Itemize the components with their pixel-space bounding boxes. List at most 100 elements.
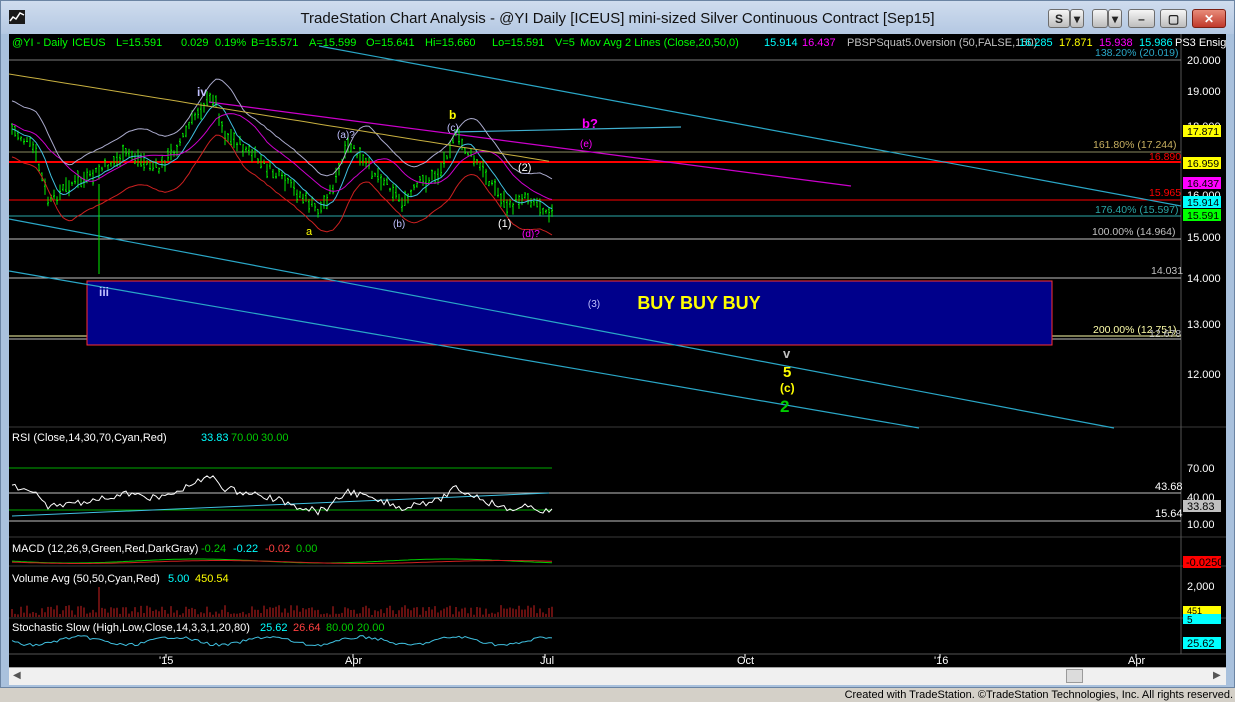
maximize-button[interactable]: ▢ bbox=[1160, 9, 1187, 28]
scrollbar-thumb[interactable] bbox=[1066, 669, 1083, 683]
chart-canvas[interactable]: @YI - Daily ICEUS L=15.591 0.029 0.19% B… bbox=[8, 34, 1232, 667]
fib-label-100: 100.00% (14.964) bbox=[1092, 226, 1175, 238]
wave-label-v: v bbox=[783, 346, 791, 361]
last-price-label: L=15.591 bbox=[116, 37, 162, 49]
price-tick-14: 14.000 bbox=[1187, 273, 1221, 285]
wave-label-5: 5 bbox=[783, 364, 791, 381]
rsi-label: RSI (Close,14,30,70,Cyan,Red) bbox=[12, 432, 167, 444]
exchange-label: ICEUS bbox=[72, 37, 106, 49]
chart-window: TradeStation Chart Analysis - @YI Daily … bbox=[0, 0, 1235, 688]
buy-zone-box[interactable] bbox=[86, 280, 1053, 346]
macd-v4: 0.00 bbox=[296, 543, 317, 555]
change-label: 0.029 bbox=[181, 37, 209, 49]
wave-label-1: (1) bbox=[498, 218, 511, 230]
price-tick-12: 12.000 bbox=[1187, 369, 1221, 381]
x-tick-15: '15 bbox=[159, 655, 173, 667]
box-16437: 16.437 bbox=[1187, 178, 1219, 190]
wave-label-c-paren: (c) bbox=[447, 123, 459, 134]
wave-label-iii: iii bbox=[99, 285, 109, 299]
wave-label-2-green: 2 bbox=[780, 397, 789, 416]
x-tick-apr: Apr bbox=[345, 655, 362, 667]
box-17871: 17.871 bbox=[1187, 126, 1219, 138]
bid-label: B=15.571 bbox=[251, 37, 298, 49]
pbs1-value: 16.285 bbox=[1019, 37, 1053, 49]
wave-label-a: a bbox=[306, 226, 313, 238]
wave-label-3: (3) bbox=[588, 299, 600, 310]
stoch-v4: 20.00 bbox=[357, 622, 385, 634]
rsi-box: 33.83 bbox=[1187, 501, 1215, 513]
s-dropdown-button[interactable]: ▾ bbox=[1070, 9, 1084, 28]
stoch-v3: 80.00 bbox=[326, 622, 354, 634]
ask-label: A=15.599 bbox=[309, 37, 356, 49]
buy-zone-text: BUY BUY BUY bbox=[637, 293, 760, 313]
x-tick-apr2: Apr bbox=[1128, 655, 1145, 667]
minimize-button[interactable]: – bbox=[1128, 9, 1155, 28]
scroll-right-arrow-icon[interactable]: ▶ bbox=[1213, 670, 1221, 681]
rsi-tick-70: 70.00 bbox=[1187, 463, 1215, 475]
ma2-value: 16.437 bbox=[802, 37, 836, 49]
symbol-label: @YI - Daily bbox=[12, 37, 68, 49]
open-label: O=15.641 bbox=[366, 37, 415, 49]
price-tick-15: 15.000 bbox=[1187, 232, 1221, 244]
wave-label-2: (2) bbox=[518, 162, 531, 174]
rsi-lower: 30.00 bbox=[261, 432, 289, 444]
stoch-box: 25.62 bbox=[1187, 638, 1215, 650]
scroll-left-arrow-icon[interactable]: ◀ bbox=[13, 670, 21, 681]
mov-avg-label: Mov Avg 2 Lines (Close,20,50,0) bbox=[580, 37, 739, 49]
panel-toggle-button[interactable] bbox=[1092, 9, 1108, 28]
pbs-label: PBSPSquat5.0version (50,FALSE,150) bbox=[847, 37, 1037, 49]
box-16959: 16.959 bbox=[1187, 158, 1219, 170]
footer-copyright: Created with TradeStation. ©TradeStation… bbox=[844, 689, 1233, 701]
box-15914: 15.914 bbox=[1187, 197, 1219, 209]
price-header: @YI - Daily ICEUS L=15.591 0.029 0.19% B… bbox=[12, 37, 1232, 49]
wave-label-e: (e) bbox=[580, 139, 592, 150]
wave-label-c2: (c) bbox=[780, 381, 795, 395]
volume-v1: 5.00 bbox=[168, 573, 189, 585]
volume-v2: 450.54 bbox=[195, 573, 229, 585]
x-tick-oct: Oct bbox=[737, 655, 754, 667]
volume-tick: 2,000 bbox=[1187, 581, 1215, 593]
chart-area[interactable]: @YI - Daily ICEUS L=15.591 0.029 0.19% B… bbox=[8, 34, 1232, 667]
x-tick-jul: Jul bbox=[540, 655, 554, 667]
level-label-16890: 16.890 bbox=[1149, 151, 1181, 163]
pct-change-label: 0.19% bbox=[215, 37, 246, 49]
wave-label-b: b bbox=[449, 108, 456, 122]
level-label-12678: 12.678 bbox=[1149, 328, 1181, 340]
svg-text:@YI - Daily: @YI - Daily bbox=[12, 37, 68, 49]
macd-box: -0.0250 bbox=[1186, 557, 1223, 569]
macd-v2: -0.22 bbox=[233, 543, 258, 555]
title-bar[interactable]: TradeStation Chart Analysis - @YI Daily … bbox=[1, 1, 1234, 34]
box-15591: 15.591 bbox=[1187, 210, 1219, 222]
fib-label-138: 138.20% (20.019) bbox=[1095, 47, 1178, 59]
wave-label-a-q: (a)? bbox=[337, 130, 355, 141]
macd-v3: -0.02 bbox=[265, 543, 290, 555]
macd-label: MACD (12,26,9,Green,Red,DarkGray) bbox=[12, 543, 198, 555]
x-tick-16: '16 bbox=[934, 655, 948, 667]
stoch-label: Stochastic Slow (High,Low,Close,14,3,3,1… bbox=[12, 622, 250, 634]
volume-label: V=5 bbox=[555, 37, 575, 49]
pbs2-value: 17.871 bbox=[1059, 37, 1093, 49]
stoch-v2: 26.64 bbox=[293, 622, 321, 634]
price-tick-20: 20.000 bbox=[1187, 55, 1221, 67]
panel-dropdown-button[interactable]: ▾ bbox=[1108, 9, 1122, 28]
horizontal-scrollbar[interactable]: ◀ ▶ bbox=[9, 667, 1226, 685]
wave-label-b-paren: (b) bbox=[393, 219, 405, 230]
high-label: Hi=15.660 bbox=[425, 37, 475, 49]
volume-box2: 5 bbox=[1187, 615, 1193, 626]
close-button[interactable]: ✕ bbox=[1192, 9, 1226, 28]
low-label: Lo=15.591 bbox=[492, 37, 544, 49]
strategy-s-button[interactable]: S bbox=[1048, 9, 1070, 28]
level-label-14031: 14.031 bbox=[1151, 265, 1183, 277]
fib-label-176: 176.40% (15.597) bbox=[1095, 204, 1178, 216]
rsi-value: 33.83 bbox=[201, 432, 229, 444]
fib-label-161: 161.80% (17.244) bbox=[1093, 139, 1176, 151]
stoch-v1: 25.62 bbox=[260, 622, 288, 634]
price-tick-19: 19.000 bbox=[1187, 86, 1221, 98]
rsi-tick-10: 10.00 bbox=[1187, 519, 1215, 531]
rsi-level-lo: 15.64 bbox=[1155, 508, 1183, 520]
rsi-upper: 70.00 bbox=[231, 432, 259, 444]
ps3-label: PS3 Ensign bbox=[1175, 37, 1226, 49]
wave-label-iv: iv bbox=[197, 85, 207, 99]
price-tick-13: 13.000 bbox=[1187, 319, 1221, 331]
volume-label-text: Volume Avg (50,50,Cyan,Red) bbox=[12, 573, 160, 585]
